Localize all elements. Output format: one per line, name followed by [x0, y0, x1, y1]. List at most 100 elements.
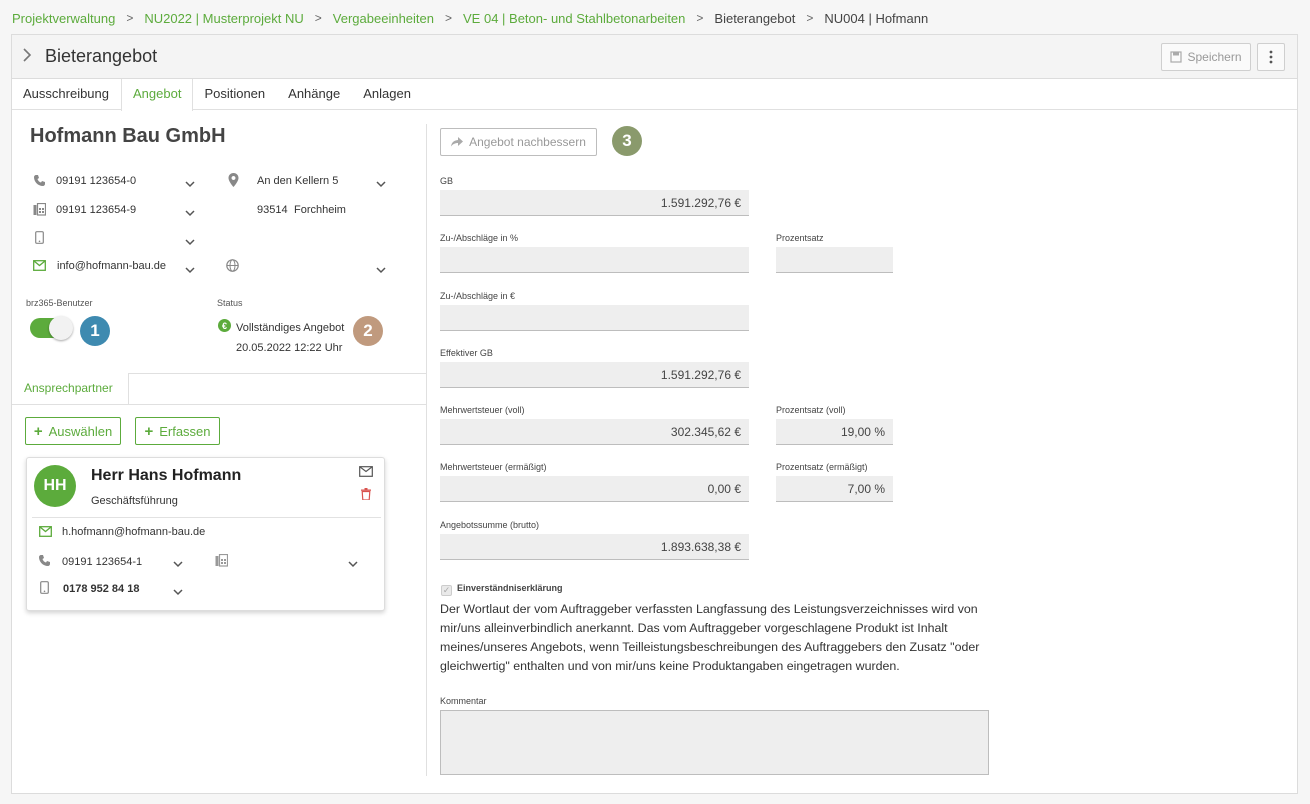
floppy-icon: [1170, 51, 1183, 63]
vat-full-percent-label: Prozentsatz (voll): [776, 405, 846, 415]
phone-icon: [38, 554, 51, 570]
vat-reduced-percent-label: Prozentsatz (ermäßigt): [776, 462, 868, 472]
title-bar: Bieterangebot Speichern: [12, 35, 1297, 79]
plus-icon: +: [33, 422, 43, 440]
brz365-user-toggle[interactable]: [30, 316, 73, 340]
improve-offer-button[interactable]: Angebot nachbessern: [440, 128, 597, 156]
tab-positionen[interactable]: Positionen: [193, 79, 277, 110]
contact-card: HH Herr Hans Hofmann Geschäftsführung h.…: [26, 457, 385, 611]
breadcrumb: Projektverwaltung > NU2022 | Musterproje…: [12, 10, 928, 26]
company-phone: 09191 123654-0: [56, 175, 137, 187]
contact-phone: 09191 123654-1: [62, 556, 143, 568]
section-divider: [12, 404, 426, 405]
chevron-down-icon[interactable]: [348, 557, 358, 568]
effective-gb-field: 1.591.292,76 €: [440, 362, 749, 388]
status-date: 20.05.2022 12:22 Uhr: [236, 342, 343, 354]
adjustment-euro-field[interactable]: [440, 305, 749, 331]
company-street: An den Kellern 5: [257, 175, 339, 187]
adjustment-euro-label: Zu-/Abschläge in €: [440, 291, 516, 301]
save-label: Speichern: [1187, 50, 1242, 64]
breadcrumb-project[interactable]: NU2022 | Musterprojekt NU: [144, 11, 303, 26]
phone-icon: [33, 174, 46, 190]
improve-offer-label: Angebot nachbessern: [469, 135, 586, 149]
vat-full-percent-field: 19,00 %: [776, 419, 893, 445]
company-email[interactable]: info@hofmann-bau.de: [57, 260, 166, 272]
breadcrumb-separator-icon: >: [696, 11, 704, 25]
company-zip: 93514: [257, 204, 288, 216]
breadcrumb-current: NU004 | Hofmann: [824, 10, 929, 26]
total-gross-field: 1.893.638,38 €: [440, 534, 749, 560]
toggle-knob: [49, 316, 73, 340]
chevron-down-icon[interactable]: [173, 585, 183, 596]
share-arrow-icon: [451, 137, 464, 147]
chevron-down-icon[interactable]: [376, 177, 386, 188]
breadcrumb-separator-icon: >: [445, 11, 453, 25]
breadcrumb-separator-icon: >: [806, 11, 814, 25]
more-options-button[interactable]: [1257, 43, 1285, 71]
tab-angebot[interactable]: Angebot: [121, 79, 194, 111]
percentage-field[interactable]: [776, 247, 893, 273]
main-panel: Bieterangebot Speichern Ausschreibung An…: [11, 34, 1298, 794]
vertical-dots-icon: [1269, 50, 1273, 64]
callout-badge-2: 2: [353, 316, 383, 346]
callout-badge-1: 1: [80, 316, 110, 346]
expand-chevron-icon[interactable]: [22, 47, 36, 65]
vat-reduced-label: Mehrwertsteuer (ermäßigt): [440, 462, 547, 472]
select-contact-button[interactable]: + Auswählen: [25, 417, 121, 445]
mail-icon[interactable]: [359, 466, 373, 480]
breadcrumb-projektverwaltung[interactable]: Projektverwaltung: [12, 11, 115, 26]
create-contact-button[interactable]: + Erfassen: [135, 417, 220, 445]
callout-badge-3: 3: [612, 126, 642, 156]
vat-reduced-percent-field: 7,00 %: [776, 476, 893, 502]
contact-mobile: 0178 952 84 18: [63, 583, 140, 595]
tab-ansprechpartner[interactable]: Ansprechpartner: [12, 373, 129, 404]
comment-textarea[interactable]: [440, 710, 989, 775]
vat-full-field: 302.345,62 €: [440, 419, 749, 445]
save-button[interactable]: Speichern: [1161, 43, 1251, 71]
breadcrumb-vergabeeinheiten[interactable]: Vergabeeinheiten: [333, 11, 434, 26]
trash-icon[interactable]: [361, 488, 371, 503]
chevron-down-icon[interactable]: [376, 263, 386, 274]
adjustment-percent-label: Zu-/Abschläge in %: [440, 233, 519, 243]
consent-text: Der Wortlaut der vom Auftraggeber verfas…: [440, 602, 980, 673]
breadcrumb-ve04[interactable]: VE 04 | Beton- und Stahlbetonarbeiten: [463, 11, 685, 26]
company-city: Forchheim: [294, 204, 346, 216]
contact-role: Geschäftsführung: [91, 495, 178, 507]
status-text: Vollständiges Angebot: [236, 322, 345, 334]
mobile-phone-icon: [35, 231, 44, 247]
chevron-down-icon[interactable]: [185, 263, 195, 274]
gb-field: 1.591.292,76 €: [440, 190, 749, 216]
plus-icon: +: [144, 422, 154, 440]
adjustment-percent-field[interactable]: [440, 247, 749, 273]
chevron-down-icon[interactable]: [185, 177, 195, 188]
contact-email[interactable]: h.hofmann@hofmann-bau.de: [62, 526, 205, 538]
card-divider: [32, 517, 381, 518]
company-fax: 09191 123654-9: [56, 204, 137, 216]
email-icon: [39, 526, 52, 540]
tab-anlagen[interactable]: Anlagen: [352, 79, 423, 110]
tab-ausschreibung[interactable]: Ausschreibung: [12, 79, 121, 110]
breadcrumb-bieterangebot: Bieterangebot: [714, 10, 796, 26]
chevron-down-icon[interactable]: [185, 206, 195, 217]
brz365-user-label: brz365-Benutzer: [26, 298, 93, 308]
company-name: Hofmann Bau GmbH: [30, 125, 226, 147]
status-label: Status: [217, 298, 243, 308]
mobile-phone-icon: [40, 581, 49, 597]
vat-full-label: Mehrwertsteuer (voll): [440, 405, 525, 415]
chevron-down-icon[interactable]: [185, 235, 195, 246]
globe-icon: [226, 259, 239, 275]
breadcrumb-separator-icon: >: [126, 11, 134, 25]
percentage-label: Prozentsatz: [776, 233, 824, 243]
vat-reduced-field: 0,00 €: [440, 476, 749, 502]
gb-label: GB: [440, 176, 454, 186]
consent-checkbox[interactable]: ✓: [441, 585, 452, 596]
comment-label: Kommentar: [440, 696, 487, 706]
chevron-down-icon[interactable]: [173, 557, 183, 568]
select-contact-label: Auswählen: [48, 423, 113, 439]
fax-icon: [215, 553, 229, 570]
page-title: Bieterangebot: [45, 46, 158, 66]
location-pin-icon: [228, 173, 239, 190]
tab-anhaenge[interactable]: Anhänge: [277, 79, 352, 110]
avatar: HH: [34, 465, 76, 507]
effective-gb-label: Effektiver GB: [440, 348, 493, 358]
